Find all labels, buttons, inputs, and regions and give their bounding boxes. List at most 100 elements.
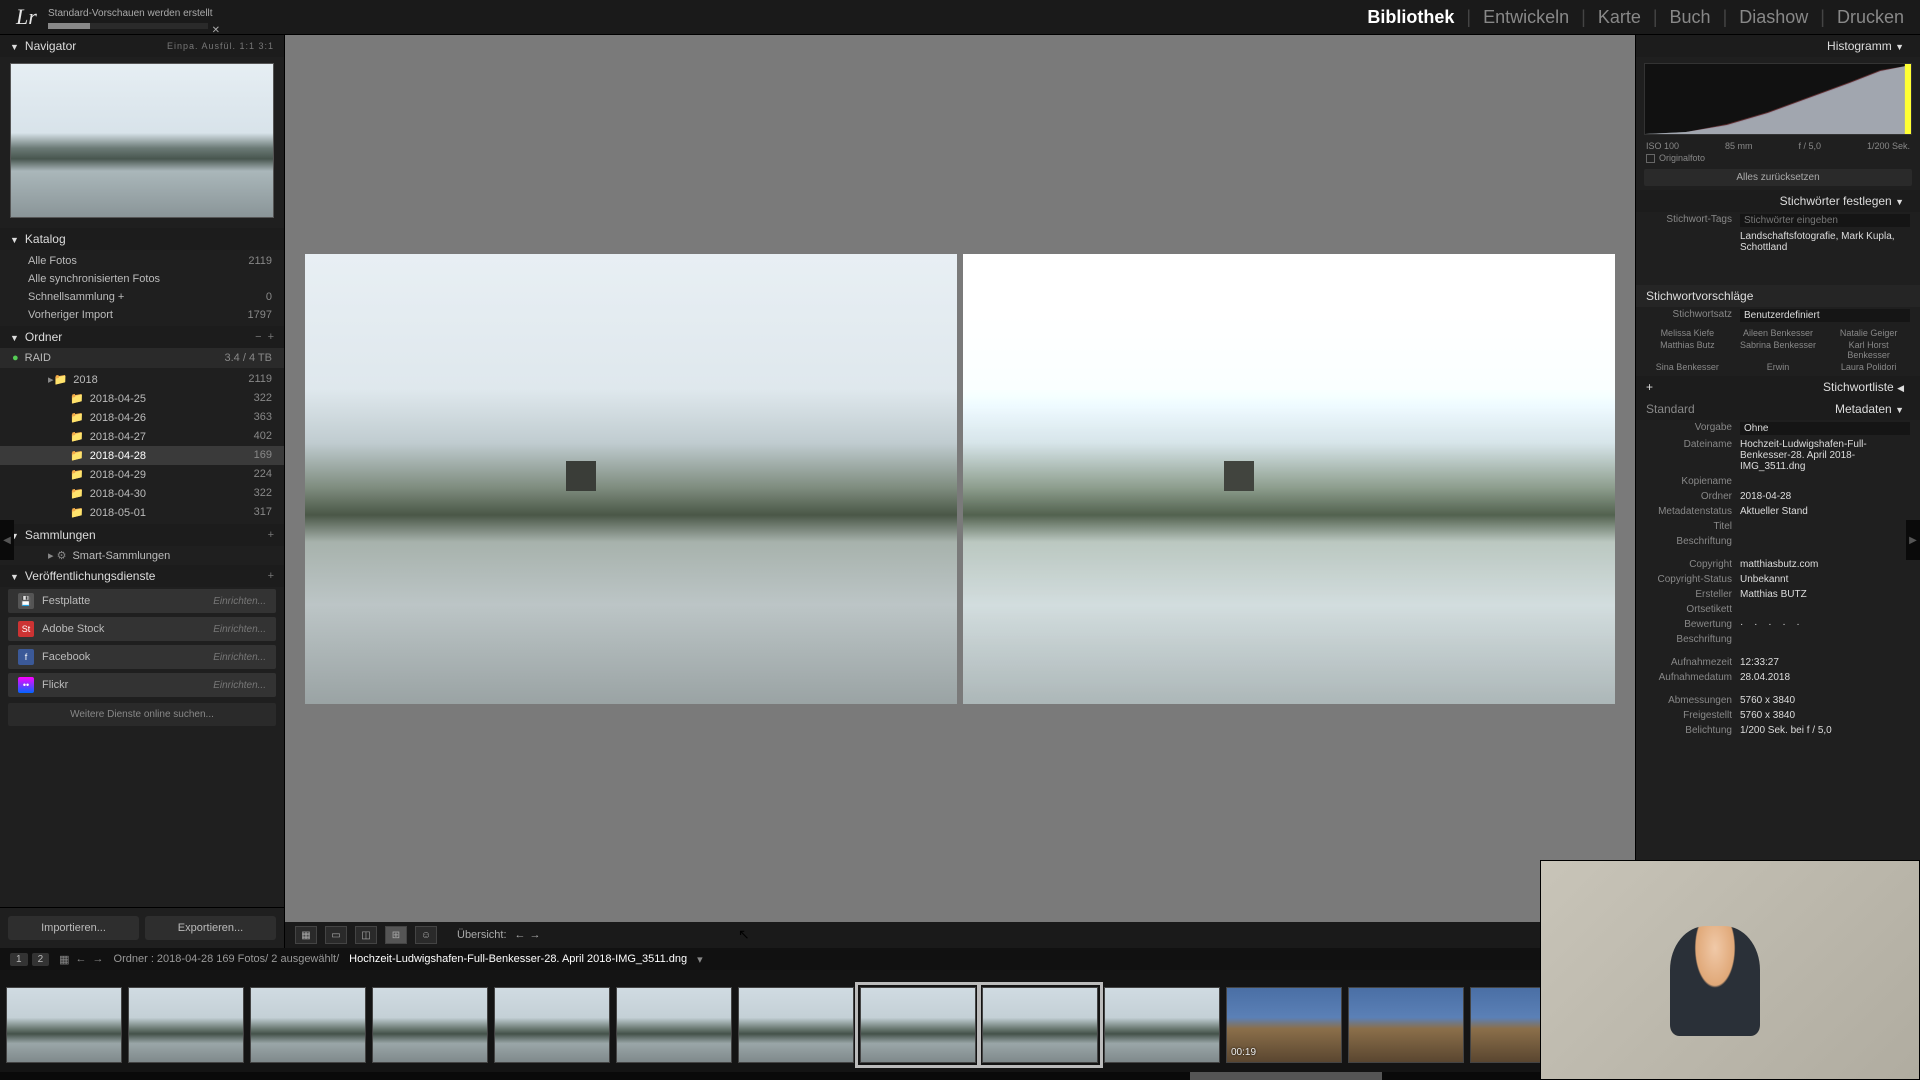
- folder-date[interactable]: 📁2018-04-26363: [0, 408, 284, 427]
- publish-service[interactable]: ••FlickrEinrichten...: [8, 673, 276, 697]
- compare-view-icon[interactable]: ◫: [355, 926, 377, 944]
- folder-date[interactable]: 📁2018-04-27402: [0, 427, 284, 446]
- catalog-item[interactable]: Vorheriger Import1797: [0, 306, 284, 324]
- meta-copyright[interactable]: matthiasbutz.com: [1740, 559, 1910, 570]
- breadcrumb-file[interactable]: Hochzeit-Ludwigshafen-Full-Benkesser-28.…: [349, 953, 687, 965]
- module-slideshow[interactable]: Diashow: [1739, 7, 1808, 28]
- folders-header[interactable]: ▼Ordner−+: [0, 326, 284, 348]
- keyword-suggestion[interactable]: Erwin: [1737, 362, 1820, 372]
- filmstrip-thumb[interactable]: [1104, 987, 1220, 1063]
- catalog-item[interactable]: Alle Fotos2119: [0, 252, 284, 270]
- loupe-view-icon[interactable]: ▭: [325, 926, 347, 944]
- filmstrip-thumb[interactable]: [128, 987, 244, 1063]
- keyword-suggestion[interactable]: Aileen Benkesser: [1737, 328, 1820, 338]
- monitor-chip[interactable]: 1: [10, 953, 28, 966]
- survey-canvas[interactable]: [285, 35, 1635, 922]
- keyword-suggestion[interactable]: Sabrina Benkesser: [1737, 340, 1820, 360]
- keyword-tags-input[interactable]: Stichwörter eingeben: [1740, 214, 1910, 227]
- publish-service[interactable]: StAdobe StockEinrichten...: [8, 617, 276, 641]
- volume-row[interactable]: ●RAID3.4 / 4 TB: [0, 348, 284, 368]
- more-services[interactable]: Weitere Dienste online suchen...: [8, 703, 276, 726]
- plus-icon[interactable]: +: [268, 570, 274, 582]
- panel-collapse-right-icon[interactable]: ▶: [1906, 520, 1920, 560]
- folder-date[interactable]: 📁2018-05-01317: [0, 503, 284, 522]
- filmstrip-thumb-video[interactable]: 00:19: [1226, 987, 1342, 1063]
- meta-location-label[interactable]: [1740, 604, 1910, 615]
- folder-date-selected[interactable]: 📁2018-04-28169: [0, 446, 284, 465]
- navigator-zoom-opts[interactable]: Einpa. Ausfül. 1:1 3:1: [167, 41, 274, 51]
- prev-arrow-icon[interactable]: ←: [515, 929, 526, 941]
- import-button[interactable]: Importieren...: [8, 916, 139, 940]
- minus-icon[interactable]: −: [255, 331, 261, 343]
- publish-service[interactable]: 💾FestplatteEinrichten...: [8, 589, 276, 613]
- grid-icon[interactable]: ▦: [59, 953, 69, 966]
- filmstrip-thumb[interactable]: [372, 987, 488, 1063]
- meta-copyname[interactable]: [1740, 476, 1910, 487]
- keywordlist-header[interactable]: +Stichwortliste ◀: [1636, 376, 1920, 398]
- filmstrip-thumb[interactable]: [616, 987, 732, 1063]
- keyword-suggestion[interactable]: Matthias Butz: [1646, 340, 1729, 360]
- module-print[interactable]: Drucken: [1837, 7, 1904, 28]
- catalog-header[interactable]: ▼Katalog: [0, 228, 284, 250]
- smart-collections[interactable]: ▸ ⚙Smart-Sammlungen: [0, 546, 284, 565]
- navigator-preview[interactable]: [10, 63, 274, 218]
- filmstrip-thumb-selected[interactable]: [860, 987, 976, 1063]
- keyword-suggestion[interactable]: Sina Benkesser: [1646, 362, 1729, 372]
- survey-photo[interactable]: [305, 254, 957, 704]
- plus-icon[interactable]: +: [268, 331, 274, 343]
- survey-photo[interactable]: [963, 254, 1615, 704]
- catalog-item[interactable]: Alle synchronisierten Fotos: [0, 270, 284, 288]
- metadata-header[interactable]: StandardMetadaten ▼: [1636, 398, 1920, 420]
- close-icon[interactable]: ✕: [212, 25, 220, 36]
- survey-view-icon[interactable]: ⊞: [385, 926, 407, 944]
- filmstrip-thumb-selected[interactable]: [982, 987, 1098, 1063]
- reset-all-button[interactable]: Alles zurücksetzen: [1644, 169, 1912, 186]
- catalog-item[interactable]: Schnellsammlung +0: [0, 288, 284, 306]
- folder-date[interactable]: 📁2018-04-30322: [0, 484, 284, 503]
- keyword-suggestion[interactable]: Melissa Kiefe: [1646, 328, 1729, 338]
- meta-title[interactable]: [1740, 521, 1910, 532]
- grid-view-icon[interactable]: ▦: [295, 926, 317, 944]
- breadcrumb-path[interactable]: Ordner : 2018-04-28 169 Fotos/ 2 ausgewä…: [114, 953, 340, 965]
- module-map[interactable]: Karte: [1598, 7, 1641, 28]
- histogram[interactable]: [1644, 63, 1912, 135]
- next-arrow-icon[interactable]: →: [530, 929, 541, 941]
- filmstrip-thumb[interactable]: [738, 987, 854, 1063]
- meta-label[interactable]: [1740, 634, 1910, 645]
- meta-rating[interactable]: · · · · ·: [1740, 619, 1910, 630]
- meta-caption[interactable]: [1740, 536, 1910, 547]
- meta-preset[interactable]: Ohne: [1740, 422, 1910, 435]
- people-view-icon[interactable]: ☺: [415, 926, 437, 944]
- keyword-suggestions-header[interactable]: Stichwortvorschläge: [1636, 285, 1920, 307]
- publish-service[interactable]: fFacebookEinrichten...: [8, 645, 276, 669]
- module-book[interactable]: Buch: [1670, 7, 1711, 28]
- module-develop[interactable]: Entwickeln: [1483, 7, 1569, 28]
- publish-header[interactable]: ▼Veröffentlichungsdienste+: [0, 565, 284, 587]
- keyword-suggestion[interactable]: Natalie Geiger: [1827, 328, 1910, 338]
- navigator-header[interactable]: ▼Navigator Einpa. Ausfül. 1:1 3:1: [0, 35, 284, 57]
- histogram-header[interactable]: Histogramm ▼: [1636, 35, 1920, 57]
- filmstrip-thumb[interactable]: [6, 987, 122, 1063]
- folder-date[interactable]: 📁2018-04-29224: [0, 465, 284, 484]
- filmstrip-thumb[interactable]: [250, 987, 366, 1063]
- keyword-tags-value[interactable]: Landschaftsfotografie, Mark Kupla, Schot…: [1740, 231, 1910, 253]
- plus-icon[interactable]: +: [268, 529, 274, 541]
- folder-date[interactable]: 📁2018-04-25322: [0, 389, 284, 408]
- panel-collapse-left-icon[interactable]: ◀: [0, 520, 14, 560]
- filmstrip-thumb[interactable]: [1348, 987, 1464, 1063]
- collections-header[interactable]: ▼Sammlungen+: [0, 524, 284, 546]
- monitor-chip[interactable]: 2: [32, 953, 50, 966]
- keywords-header[interactable]: Stichwörter festlegen ▼: [1636, 190, 1920, 212]
- keyword-set-select[interactable]: Benutzerdefiniert: [1740, 309, 1910, 322]
- filmstrip-thumb[interactable]: [494, 987, 610, 1063]
- module-library[interactable]: Bibliothek: [1367, 7, 1454, 28]
- meta-creator[interactable]: Matthias BUTZ: [1740, 589, 1910, 600]
- meta-copyright-status[interactable]: Unbekannt: [1740, 574, 1910, 585]
- plus-icon[interactable]: +: [1646, 380, 1653, 394]
- export-button[interactable]: Exportieren...: [145, 916, 276, 940]
- back-icon[interactable]: ←: [76, 953, 87, 966]
- keyword-suggestion[interactable]: Karl Horst Benkesser: [1827, 340, 1910, 360]
- original-photo-checkbox[interactable]: Originalfoto: [1636, 151, 1920, 165]
- keyword-suggestion[interactable]: Laura Polidori: [1827, 362, 1910, 372]
- fwd-icon[interactable]: →: [93, 953, 104, 966]
